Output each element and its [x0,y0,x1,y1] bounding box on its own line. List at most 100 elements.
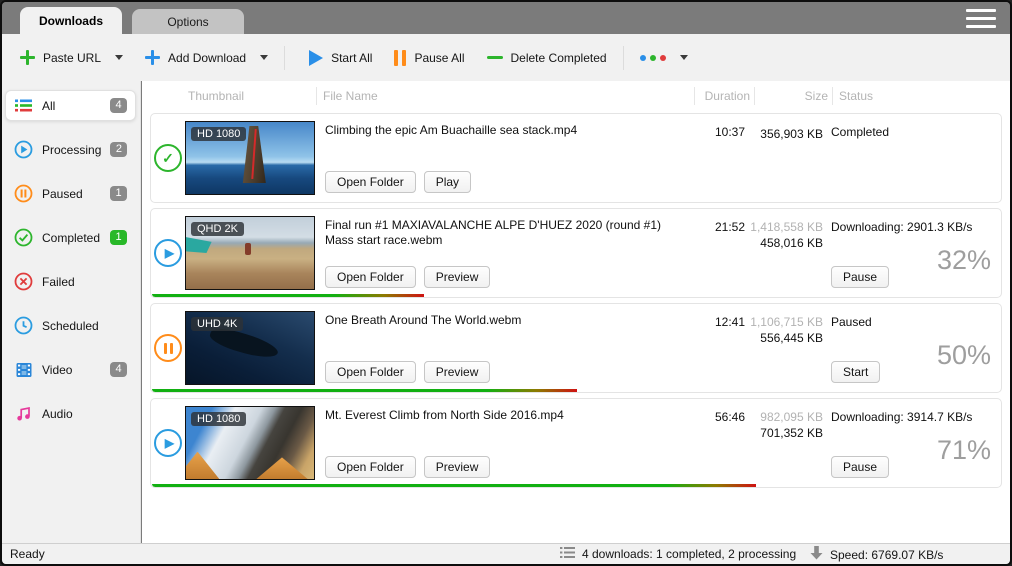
start-button[interactable]: Start [831,361,880,383]
chevron-down-icon[interactable] [680,55,688,60]
plus-green-icon [20,50,35,65]
preview-button[interactable]: Preview [424,456,491,478]
pause-all-button[interactable]: Pause All [390,44,468,72]
status-ready: Ready [10,547,45,561]
sidebar-item-failed[interactable]: Failed [5,266,136,297]
size-downloaded: 458,016 KB [745,236,823,250]
size-downloaded: 556,445 KB [745,331,823,345]
quality-badge: HD 1080 [191,412,246,426]
progress-bar [152,389,577,392]
speed-text: Speed: 6769.07 KB/s [830,548,943,562]
video-thumbnail[interactable]: UHD 4K [185,311,315,385]
delete-completed-button[interactable]: Delete Completed [483,45,611,71]
pause-all-label: Pause All [414,51,464,65]
start-all-button[interactable]: Start All [305,44,376,72]
header-status: Status [832,87,1010,105]
sidebar-item-label: Completed [42,231,100,245]
count-badge: 4 [110,362,127,377]
size-value: 356,903 KB [745,127,823,141]
file-name: Final run #1 MAXIAVALANCHE ALPE D'HUEZ 2… [325,218,681,248]
paste-url-button[interactable]: Paste URL [16,44,127,71]
more-actions-button[interactable] [636,49,692,67]
preview-button[interactable]: Preview [424,361,491,383]
duration: 12:41 [685,304,745,392]
check-circle-icon [14,228,33,247]
sidebar-item-paused[interactable]: Paused 1 [5,178,136,209]
download-row[interactable]: ✓ HD 1080 Climbing the epic Am Buachaill… [150,113,1002,203]
count-badge: 1 [110,186,127,201]
quality-badge: QHD 2K [191,222,244,236]
add-download-button[interactable]: Add Download [141,44,272,71]
preview-button[interactable]: Preview [424,266,491,288]
count-badge: 2 [110,142,127,157]
open-folder-button[interactable]: Open Folder [325,361,416,383]
toolbar-separator [284,46,285,70]
download-arrow-icon [810,546,823,563]
sidebar-item-label: Scheduled [42,319,99,333]
header-duration: Duration [694,87,754,105]
sidebar-item-all[interactable]: All 4 [5,90,136,121]
pause-bars-icon [394,50,406,66]
app-window: Downloads Options Paste URL Add Download… [0,0,1012,566]
tab-options[interactable]: Options [132,9,244,34]
download-row[interactable]: ▶ HD 1080 Mt. Everest Climb from North S… [150,398,1002,488]
quality-badge: UHD 4K [191,317,243,331]
download-row[interactable]: UHD 4K One Breath Around The World.webm … [150,303,1002,393]
sidebar-item-label: Failed [42,275,75,289]
file-name: One Breath Around The World.webm [325,313,681,328]
sidebar-item-video[interactable]: Video 4 [5,354,136,385]
progress-percent: 50% [937,340,991,371]
delete-completed-label: Delete Completed [511,51,607,65]
chevron-down-icon[interactable] [260,55,268,60]
status-text: Paused [831,315,872,329]
size-downloaded: 701,352 KB [745,426,823,440]
sidebar-item-scheduled[interactable]: Scheduled [5,310,136,341]
count-badge: 4 [110,98,127,113]
download-row[interactable]: ▶ QHD 2K Final run #1 MAXIAVALANCHE ALPE… [150,208,1002,298]
sidebar-item-completed[interactable]: Completed 1 [5,222,136,253]
sidebar-item-processing[interactable]: Processing 2 [5,134,136,165]
play-circle-icon [14,140,33,159]
video-thumbnail[interactable]: QHD 2K [185,216,315,290]
green-dash-icon [487,56,503,59]
tab-downloads[interactable]: Downloads [20,7,122,34]
plus-blue-icon [145,50,160,65]
table-header: Thumbnail File Name Duration Size Status [142,81,1010,111]
list-icon [14,96,33,115]
sidebar-item-audio[interactable]: Audio [5,398,136,429]
pause-button[interactable]: Pause [831,266,889,288]
video-thumbnail[interactable]: HD 1080 [185,406,315,480]
pause-button[interactable]: Pause [831,456,889,478]
sidebar-item-label: Processing [42,143,101,157]
play-circle-icon: ▶ [154,239,182,267]
play-button[interactable]: Play [424,171,471,193]
pause-circle-icon [154,334,182,362]
open-folder-button[interactable]: Open Folder [325,171,416,193]
status-text: Completed [831,125,889,139]
progress-percent: 32% [937,245,991,276]
status-text: Downloading: 2901.3 KB/s [831,220,972,234]
video-thumbnail[interactable]: HD 1080 [185,121,315,195]
duration: 10:37 [685,114,745,202]
count-badge: 1 [110,230,127,245]
duration: 56:46 [685,399,745,487]
title-bar: Downloads Options [2,2,1010,34]
music-note-icon [14,404,33,423]
add-download-label: Add Download [168,51,246,65]
hamburger-menu-icon[interactable] [966,9,996,28]
toolbar-separator [623,46,624,70]
pause-circle-icon [14,184,33,203]
three-dots-icon [640,55,666,61]
play-triangle-icon [309,50,323,66]
open-folder-button[interactable]: Open Folder [325,456,416,478]
header-size: Size [754,87,832,105]
progress-percent: 71% [937,435,991,466]
size-total: 1,106,715 KB [745,315,823,329]
open-folder-button[interactable]: Open Folder [325,266,416,288]
sidebar-item-label: Paused [42,187,83,201]
play-circle-icon: ▶ [154,429,182,457]
download-list: Thumbnail File Name Duration Size Status… [142,81,1010,543]
clock-icon [14,316,33,335]
chevron-down-icon[interactable] [115,55,123,60]
paste-url-label: Paste URL [43,51,101,65]
